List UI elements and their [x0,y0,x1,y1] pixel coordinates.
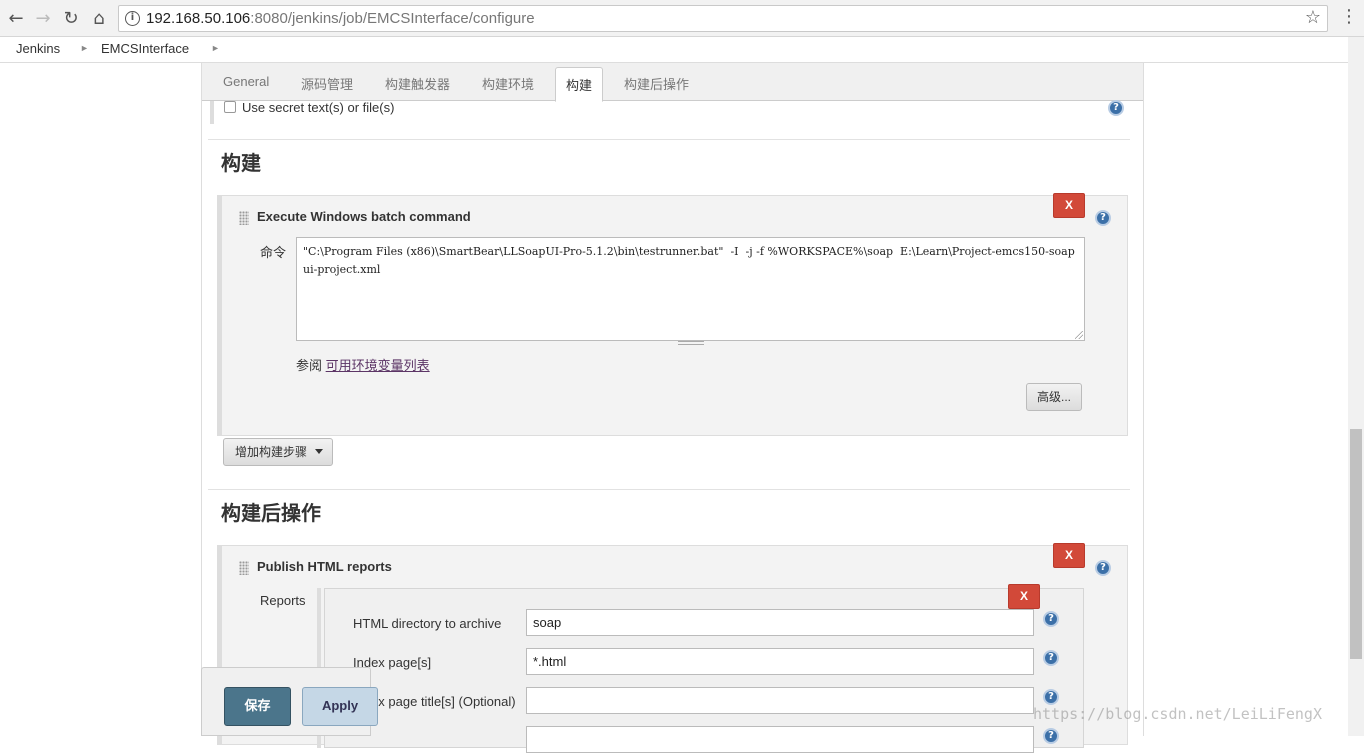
build-step-title: Execute Windows batch command [257,209,471,224]
url-text: 192.168.50.106:8080/jenkins/job/EMCSInte… [146,10,535,27]
page-scrollbar[interactable] [1348,37,1364,736]
index-titles-input[interactable] [526,687,1034,714]
back-icon[interactable]: ← [5,7,27,29]
html-directory-input[interactable]: soap [526,609,1034,636]
divider [208,139,1130,140]
report-name-input[interactable] [526,726,1034,753]
reload-icon[interactable]: ↻ [60,7,82,29]
help-icon[interactable]: ? [1043,689,1059,705]
drag-handle-icon[interactable] [239,211,249,225]
delete-report-button[interactable]: X [1008,584,1040,609]
build-step-windows-batch: Execute Windows batch command X ? 命令 "C:… [217,193,1128,436]
url-host: 192.168.50.106 [146,10,251,27]
command-textarea[interactable]: "C:\Program Files (x86)\SmartBear\LLSoap… [296,237,1085,341]
section-indent-bar [210,101,214,124]
tab-build-triggers[interactable]: 构建触发器 [385,74,450,93]
help-icon[interactable]: ? [1043,650,1059,666]
tab-build-env[interactable]: 构建环境 [482,74,534,93]
build-section-title: 构建 [221,153,261,175]
help-icon[interactable]: ? [1108,100,1124,116]
help-icon[interactable]: ? [1095,210,1111,226]
command-label: 命令 [260,245,287,260]
advanced-button[interactable]: 高级... [1026,383,1082,411]
tab-build[interactable]: 构建 [555,67,604,102]
html-directory-label: HTML directory to archive [353,616,502,631]
help-icon[interactable]: ? [1043,728,1059,744]
post-build-section-title: 构建后操作 [221,503,321,525]
tab-general[interactable]: General [223,74,269,89]
env-vars-link[interactable]: 可用环境变量列表 [326,358,430,373]
url-path: :8080/jenkins/job/EMCSInterface/configur… [250,10,535,27]
site-info-icon[interactable]: i [125,11,140,26]
resize-corner-icon[interactable] [1075,331,1083,339]
report-entry: X HTML directory to archive soap ? Index… [324,584,1084,753]
address-bar[interactable]: i 192.168.50.106:8080/jenkins/job/EMCSIn… [118,5,1328,32]
help-icon[interactable]: ? [1043,611,1059,627]
step-indent-bar [218,196,222,435]
forward-icon[interactable]: → [32,7,54,29]
breadcrumb-chevron-icon[interactable]: ► [211,43,220,53]
breadcrumb-chevron-icon[interactable]: ► [80,43,89,53]
config-panel: General 源码管理 构建触发器 构建环境 构建 构建后操作 Use sec… [201,63,1144,753]
home-icon[interactable]: ⌂ [88,7,110,29]
save-button[interactable]: 保存 [224,687,291,726]
browser-toolbar: ← → ↻ ⌂ i 192.168.50.106:8080/jenkins/jo… [0,0,1364,37]
dropdown-caret-icon [315,449,324,454]
see-also-text: 参阅 可用环境变量列表 [296,355,430,374]
secret-checkbox-label: Use secret text(s) or file(s) [242,100,395,115]
browser-menu-icon[interactable]: ⋮ [1340,6,1358,27]
help-icon[interactable]: ? [1095,560,1111,576]
scrollbar-thumb[interactable] [1350,429,1362,659]
tab-post-build[interactable]: 构建后操作 [624,74,689,93]
watermark-text: https://blog.csdn.net/LeiLiFengX [1033,705,1322,723]
breadcrumb-job[interactable]: EMCSInterface [101,41,189,56]
divider [208,489,1130,490]
delete-step-button[interactable]: X [1053,543,1085,568]
breadcrumb: Jenkins ► EMCSInterface ► [0,37,1348,63]
tab-source-code[interactable]: 源码管理 [301,74,353,93]
post-build-step-title: Publish HTML reports [257,559,392,574]
config-tabs: General 源码管理 构建触发器 构建环境 构建 构建后操作 [202,63,1143,102]
index-pages-input[interactable]: *.html [526,648,1034,675]
bookmark-star-icon[interactable]: ☆ [1305,7,1321,28]
add-build-step-label: 增加构建步骤 [235,445,308,459]
textarea-resize-handle[interactable] [678,341,704,345]
breadcrumb-jenkins[interactable]: Jenkins [16,41,60,56]
secret-option[interactable]: Use secret text(s) or file(s) [224,100,394,115]
drag-handle-icon[interactable] [239,561,249,575]
add-build-step-button[interactable]: 增加构建步骤 [223,438,333,466]
see-also-prefix: 参阅 [296,358,323,373]
delete-step-button[interactable]: X [1053,193,1085,218]
reports-label: Reports [260,593,306,608]
apply-button[interactable]: Apply [302,687,378,726]
secret-checkbox[interactable] [224,101,236,113]
